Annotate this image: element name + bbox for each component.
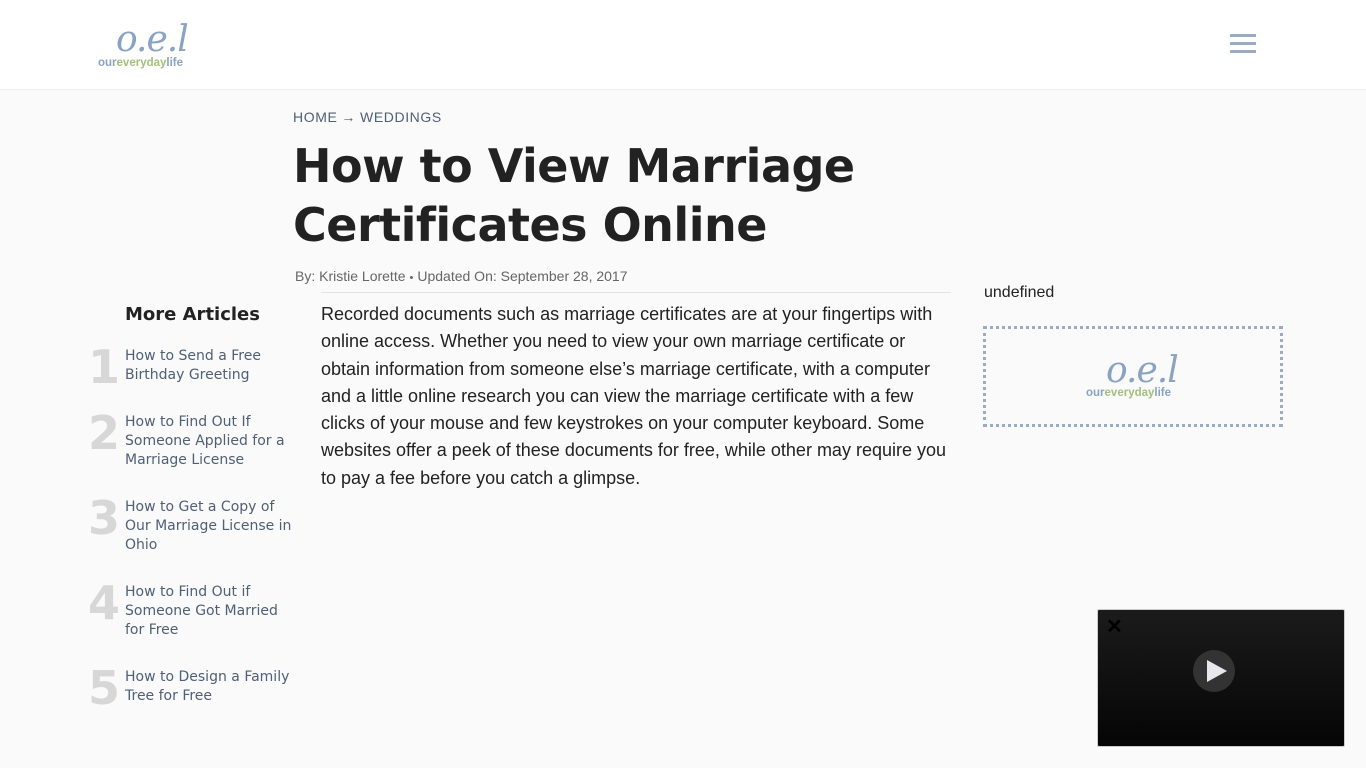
hamburger-menu-icon[interactable] [1230, 34, 1258, 56]
item-number: 2 [88, 406, 121, 460]
author: By: Kristie Lorette [295, 268, 406, 284]
article-title: How to View Marriage Certificates Online [293, 139, 855, 252]
ad-placeholder[interactable]: o.e.l oureverydaylife [983, 326, 1283, 427]
logo-wordmark: oureverydaylife [1086, 387, 1172, 399]
more-articles: More Articles 1 How to Send a Free Birth… [88, 300, 293, 715]
byline-divider [321, 292, 951, 293]
item-number: 5 [88, 661, 121, 715]
play-icon[interactable] [1193, 650, 1235, 692]
site-logo[interactable]: o.e.l oureverydaylife [98, 18, 198, 74]
breadcrumb-home[interactable]: HOME [293, 109, 337, 125]
updated-date: Updated On: September 28, 2017 [417, 268, 628, 284]
item-title[interactable]: How to Get a Copy of Our Marriage Licens… [125, 498, 293, 555]
article-byline: By: Kristie Lorette • Updated On: Septembe… [295, 268, 628, 284]
breadcrumb: HOME → WEDDINGS [293, 109, 442, 125]
breadcrumb-weddings[interactable]: WEDDINGS [360, 109, 442, 125]
item-number: 3 [88, 491, 121, 545]
logo-wordmark: oureverydaylife [98, 57, 184, 69]
article-body: Recorded documents such as marriage cert… [321, 304, 946, 488]
sidebar-label: undefined [984, 284, 1055, 301]
site-header: o.e.l oureverydaylife [0, 0, 1366, 90]
logo-mark: o.e.l [116, 19, 189, 60]
close-icon[interactable]: ✕ [1106, 617, 1123, 637]
item-title[interactable]: How to Find Out if Someone Got Married f… [125, 583, 293, 640]
item-number: 4 [88, 576, 121, 630]
item-number: 1 [88, 340, 121, 394]
item-title[interactable]: How to Send a Free Birthday Greeting [125, 347, 293, 385]
more-articles-heading: More Articles [125, 304, 260, 325]
item-title[interactable]: How to Design a Family Tree for Free [125, 668, 293, 706]
ad-logo: o.e.l oureverydaylife [1086, 349, 1186, 405]
breadcrumb-arrow-icon: → [341, 109, 357, 125]
byline-separator: • [409, 272, 414, 284]
video-player[interactable]: ✕ [1097, 609, 1345, 747]
item-title[interactable]: How to Find Out If Someone Applied for a… [125, 413, 293, 470]
